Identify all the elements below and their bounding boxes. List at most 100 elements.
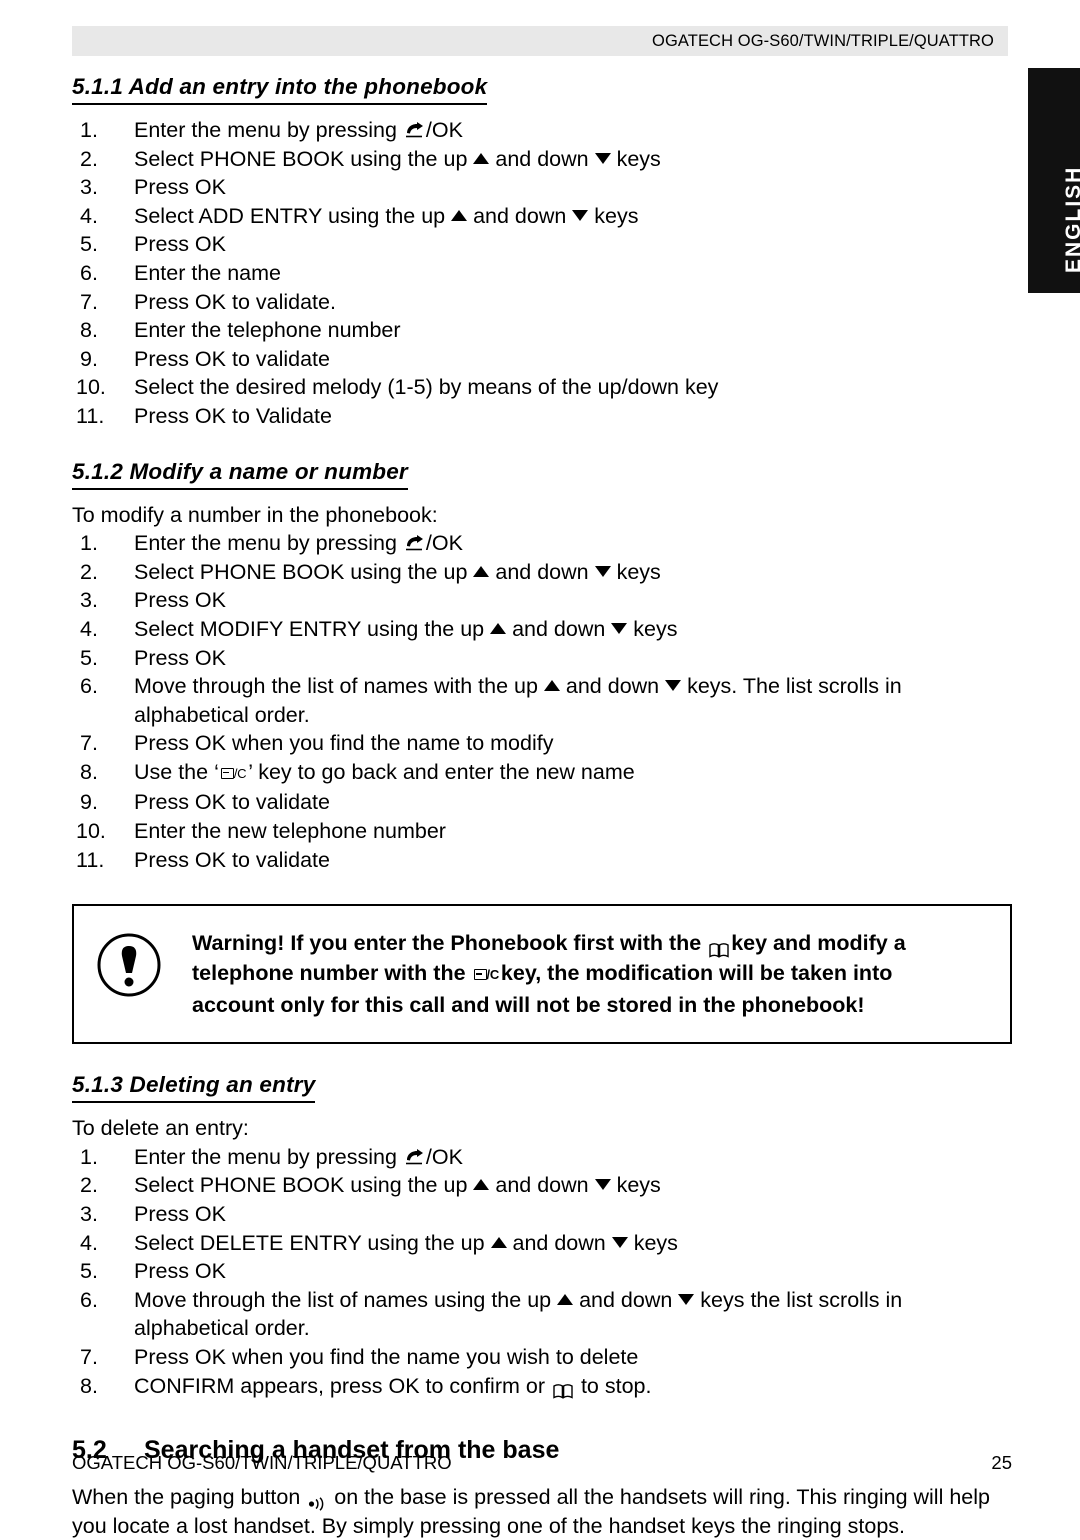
step-text: Select PHONE BOOK using the up [134, 1173, 474, 1198]
warning-line1-b: key and modify a [731, 931, 906, 956]
warning-text: Warning! If you enter the Phonebook firs… [192, 928, 992, 1020]
paging-speaker-icon [308, 1490, 326, 1511]
step-text-mid: and down [559, 674, 666, 699]
step-text: Press OK [134, 232, 226, 257]
step-text: Enter the new telephone number [134, 819, 446, 844]
list-item: 8. Enter the telephone number [72, 316, 1012, 345]
step-number: 1. [80, 1144, 98, 1169]
list-item: 6. Move through the list of names using t… [72, 1286, 1012, 1343]
document-content: 5.1.1 Add an entry into the phonebook 1.… [72, 74, 1012, 1540]
paragraph-5-2-a: When the paging button [72, 1485, 307, 1510]
up-triangle-icon [490, 1236, 507, 1248]
step-number: 5. [80, 232, 98, 257]
hook-icon [405, 534, 425, 551]
list-item: 4. Select DELETE ENTRY using the up and d… [72, 1229, 1012, 1258]
step-text: Enter the menu by pressing [134, 118, 403, 142]
list-item: 2. Select PHONE BOOK using the up and dow… [72, 1171, 1012, 1200]
step-number: 9. [80, 346, 98, 371]
step-number: 2. [80, 1173, 98, 1198]
step-text: Enter the telephone number [134, 318, 401, 343]
step-text-mid: and down [573, 1287, 679, 1312]
language-side-tab: ENGLISH [1028, 68, 1080, 293]
step-text-tail: ’ key to go back and enter the new name [248, 759, 635, 784]
step-number: 4. [80, 616, 98, 641]
step-number: 11. [76, 847, 105, 872]
step-text: Press OK [134, 588, 226, 613]
heading-5-1-3: 5.1.3 Deleting an entry [72, 1072, 316, 1104]
step-number: 6. [80, 260, 98, 285]
step-text: Press OK to validate [134, 847, 330, 872]
step-number: 8. [80, 759, 98, 784]
step-text: Press OK to validate [134, 346, 330, 371]
list-item: 5. Press OK [72, 1257, 1012, 1286]
step-text: Select PHONE BOOK using the up [134, 146, 474, 171]
step-number: 7. [80, 731, 98, 756]
list-item: 2. Select PHONE BOOK using the up and dow… [72, 145, 1012, 174]
step-text: Select the desired melody (1-5) by means… [134, 375, 719, 400]
step-number: 10. [76, 375, 106, 400]
page-header-bar: OGATECH OG-S60/TWIN/TRIPLE/QUATTRO [72, 26, 1008, 56]
step-number: 6. [80, 1287, 98, 1312]
list-item: 9. Press OK to validate [72, 788, 1012, 817]
step-text: Move through the list of names with the … [134, 674, 544, 699]
step-text: Press OK [134, 645, 226, 670]
step-text: Enter the menu by pressing [134, 531, 403, 556]
step-text-tail: keys [610, 559, 661, 584]
step-text-mid: and down [506, 616, 612, 641]
list-item: 8. CONFIRM appears, press OK to confirm o… [72, 1372, 1012, 1401]
down-triangle-icon [678, 1293, 695, 1305]
step-text-tail: keys [610, 146, 661, 171]
book-icon [553, 1378, 573, 1399]
list-item: 6. Move through the list of names with th… [72, 672, 1012, 729]
list-item: 1. Enter the menu by pressing /OK [72, 529, 1012, 558]
step-text: Press OK to validate [134, 790, 330, 815]
list-item: 10. Enter the new telephone number [72, 817, 1012, 846]
down-triangle-icon [611, 622, 628, 634]
step-text-tail: /OK [425, 1144, 463, 1169]
warning-line2-a: telephone number with the [192, 961, 472, 986]
warning-line1-a: Warning! If you enter the Phonebook firs… [192, 931, 708, 956]
page-header-title: OGATECH OG-S60/TWIN/TRIPLE/QUATTRO [652, 32, 994, 50]
steps-5-1-1: 1. Enter the menu by pressing /OK 2. Selec… [72, 116, 1012, 431]
step-number: 7. [80, 289, 98, 314]
clear-key-icon: /C [220, 766, 247, 781]
step-text-tail: keys [627, 616, 678, 641]
step-text-tail: keys [588, 203, 639, 228]
step-number: 1. [80, 531, 98, 556]
step-text: Press OK to Validate [134, 403, 332, 428]
up-triangle-icon [451, 209, 468, 221]
step-text: Select PHONE BOOK using the up [134, 559, 474, 584]
list-item: 9. Press OK to validate [72, 345, 1012, 374]
list-item: 7. Press OK when you find the name you wi… [72, 1343, 1012, 1372]
heading-5-1-2: 5.1.2 Modify a name or number [72, 459, 408, 490]
list-item: 4. Select ADD ENTRY using the up and down… [72, 202, 1012, 231]
language-side-tab-label: ENGLISH [1062, 165, 1080, 273]
step-number: 11. [76, 403, 105, 428]
step-number: 1. [80, 118, 98, 142]
page-footer: OGATECH OG-S60/TWIN/TRIPLE/QUATTRO 25 [72, 1452, 1012, 1474]
list-item: 5. Press OK [72, 230, 1012, 259]
steps-5-1-2: 1. Enter the menu by pressing /OK 2. Selec… [72, 529, 1012, 874]
list-item: 11. Press OK to Validate [72, 402, 1012, 431]
exclamation-circle-icon [96, 932, 162, 998]
hook-icon [405, 121, 425, 138]
down-triangle-icon [594, 565, 611, 577]
steps-5-1-3: 1. Enter the menu by pressing /OK 2. Selec… [72, 1143, 1012, 1400]
step-number: 3. [80, 1202, 98, 1227]
warning-line2-b: key, the modification will be taken into [500, 961, 893, 986]
list-item: 3. Press OK [72, 1200, 1012, 1229]
down-triangle-icon [611, 1236, 628, 1248]
step-text: Select DELETE ENTRY using the up [134, 1230, 491, 1255]
step-number: 2. [80, 559, 98, 584]
warning-line3: account only for this call and will not … [192, 993, 865, 1018]
heading-5-1-1: 5.1.1 Add an entry into the phonebook [72, 74, 488, 105]
step-text: Press OK [134, 175, 226, 200]
list-item: 4. Select MODIFY ENTRY using the up and d… [72, 615, 1012, 644]
list-item: 6. Enter the name [72, 259, 1012, 288]
down-triangle-icon [594, 1179, 611, 1191]
intro-5-1-3: To delete an entry: [72, 1116, 249, 1141]
down-triangle-icon [594, 152, 611, 164]
step-text: Enter the menu by pressing [134, 1144, 403, 1169]
list-item: 8. Use the ‘/C’ key to go back and enter … [72, 758, 1012, 789]
step-text-mid: and down [489, 1173, 595, 1198]
